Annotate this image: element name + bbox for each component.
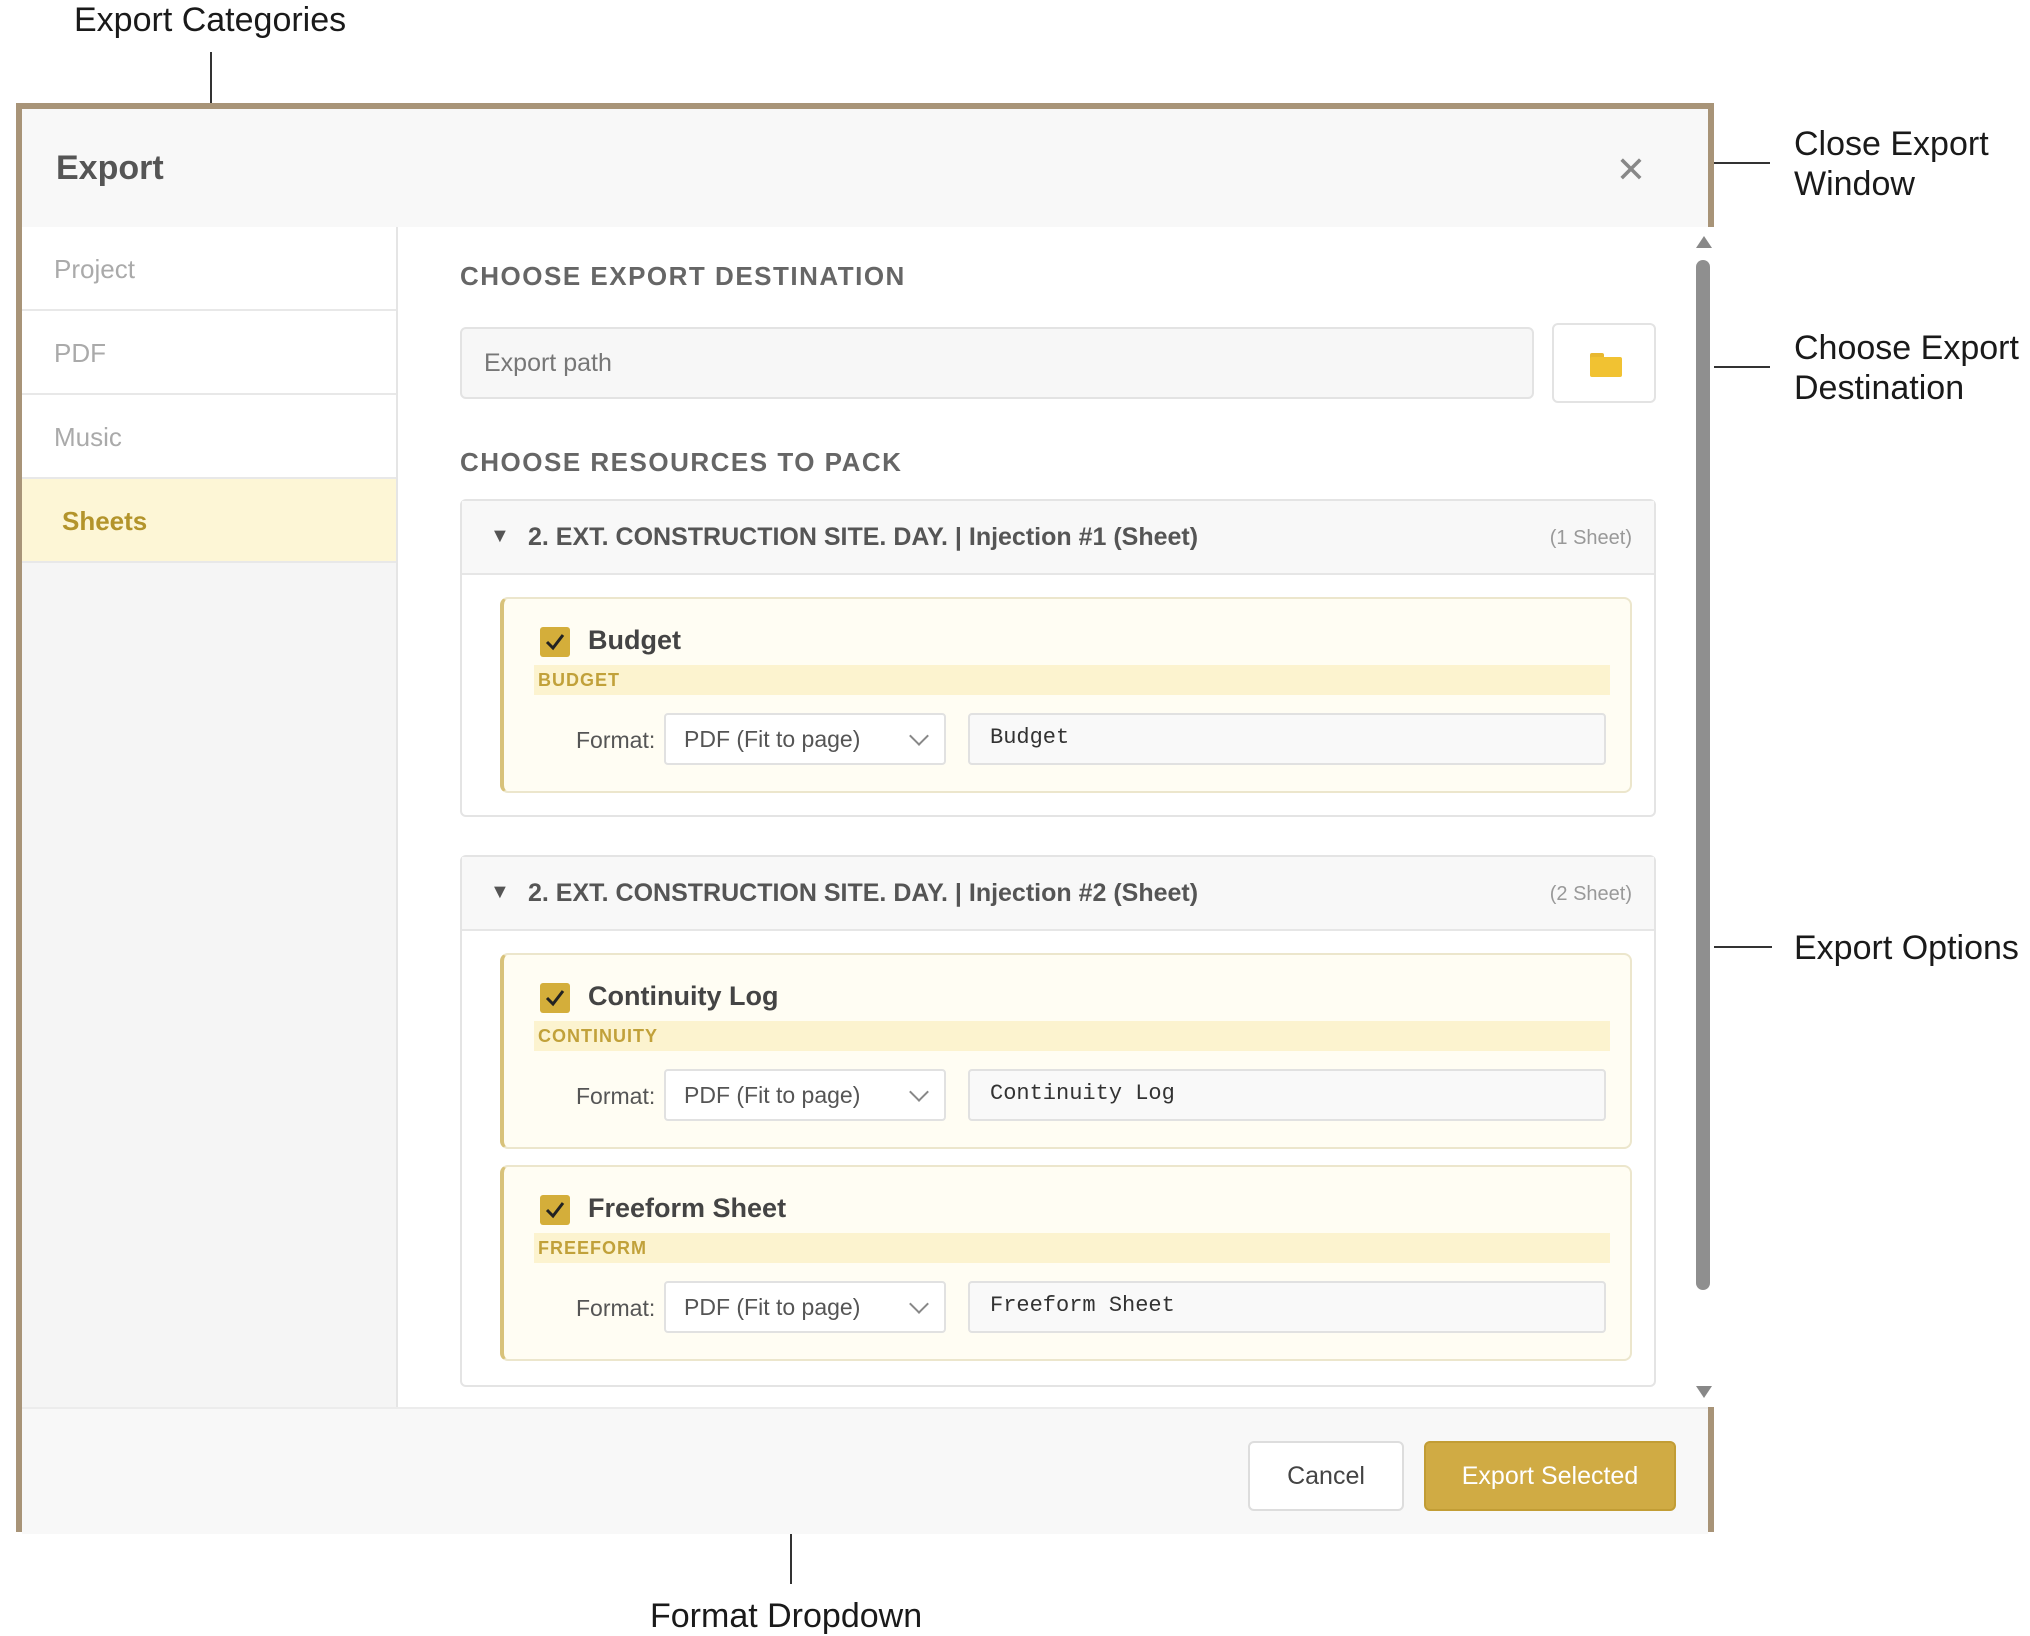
scroll-down-arrow-icon[interactable] bbox=[1696, 1386, 1712, 1398]
resources-heading: CHOOSE RESOURCES TO PACK bbox=[460, 447, 903, 477]
collapse-caret-icon[interactable]: ▼ bbox=[490, 881, 510, 904]
choose-folder-button[interactable] bbox=[1552, 323, 1656, 403]
format-dropdown[interactable]: PDF (Fit to page) bbox=[664, 713, 946, 765]
sheet-name: Freeform Sheet bbox=[588, 1193, 787, 1223]
dialog-title: Export bbox=[56, 149, 164, 187]
export-main-panel: CHOOSE EXPORT DESTINATION Export path CH… bbox=[398, 227, 1714, 1407]
chevron-down-icon bbox=[909, 1294, 929, 1314]
sheet-name: Budget bbox=[588, 625, 681, 655]
collapse-caret-icon[interactable]: ▼ bbox=[490, 525, 510, 548]
group-header[interactable]: ▼ 2. EXT. CONSTRUCTION SITE. DAY. | Inje… bbox=[462, 857, 1654, 931]
close-icon[interactable]: ✕ bbox=[1614, 152, 1648, 188]
format-label: Format: bbox=[576, 1083, 656, 1109]
dialog-footer: Cancel Export Selected bbox=[22, 1407, 1708, 1534]
format-label: Format: bbox=[576, 727, 656, 753]
format-value: PDF (Fit to page) bbox=[684, 726, 861, 752]
export-categories-sidebar: Project PDF Music Sheets bbox=[22, 227, 398, 1407]
sheet-card: Freeform Sheet FREEFORM Format: PDF (Fit… bbox=[500, 1165, 1632, 1361]
resource-group: ▼ 2. EXT. CONSTRUCTION SITE. DAY. | Inje… bbox=[460, 855, 1656, 1387]
annotation-close-window-2: Window bbox=[1794, 165, 1915, 203]
sheet-checkbox[interactable] bbox=[540, 627, 570, 657]
group-title: 2. EXT. CONSTRUCTION SITE. DAY. | Inject… bbox=[528, 523, 1199, 551]
sheet-type-tag: FREEFORM bbox=[534, 1233, 1610, 1263]
sheet-type-tag: BUDGET bbox=[534, 665, 1610, 695]
annotation-export-options: Export Options bbox=[1794, 929, 2019, 967]
annotation-format-dropdown: Format Dropdown bbox=[650, 1597, 923, 1635]
cancel-button[interactable]: Cancel bbox=[1248, 1441, 1404, 1511]
sheet-name: Continuity Log bbox=[588, 981, 779, 1011]
sheet-card: Budget BUDGET Format: PDF (Fit to page) … bbox=[500, 597, 1632, 793]
sheet-checkbox[interactable] bbox=[540, 1195, 570, 1225]
dialog-header: Export ✕ bbox=[22, 109, 1708, 229]
chevron-down-icon bbox=[909, 726, 929, 746]
chevron-down-icon bbox=[909, 1082, 929, 1102]
export-path-input[interactable]: Export path bbox=[460, 327, 1534, 399]
annotation-close-window-1: Close Export bbox=[1794, 125, 1989, 163]
group-header[interactable]: ▼ 2. EXT. CONSTRUCTION SITE. DAY. | Inje… bbox=[462, 501, 1654, 575]
sheet-checkbox[interactable] bbox=[540, 983, 570, 1013]
group-title: 2. EXT. CONSTRUCTION SITE. DAY. | Inject… bbox=[528, 879, 1199, 907]
sheet-type-tag: CONTINUITY bbox=[534, 1021, 1610, 1051]
sidebar-item-pdf[interactable]: PDF bbox=[22, 311, 396, 395]
format-dropdown[interactable]: PDF (Fit to page) bbox=[664, 1069, 946, 1121]
filename-input[interactable]: Continuity Log bbox=[968, 1069, 1606, 1121]
scroll-up-arrow-icon[interactable] bbox=[1696, 236, 1712, 248]
sidebar-item-music[interactable]: Music bbox=[22, 395, 396, 479]
export-selected-button[interactable]: Export Selected bbox=[1424, 1441, 1676, 1511]
filename-input[interactable]: Freeform Sheet bbox=[968, 1281, 1606, 1333]
export-dialog: Export ✕ Project PDF Music Sheets CHOOSE… bbox=[16, 103, 1714, 1534]
annotation-choose-dest-2: Destination bbox=[1794, 369, 1965, 407]
group-count: (2 Sheet) bbox=[1549, 883, 1632, 905]
destination-heading: CHOOSE EXPORT DESTINATION bbox=[460, 261, 906, 291]
annotation-export-categories: Export Categories bbox=[74, 1, 347, 39]
folder-icon bbox=[1590, 353, 1622, 377]
sidebar-item-sheets[interactable]: Sheets bbox=[22, 479, 396, 563]
sidebar-item-project[interactable]: Project bbox=[22, 227, 396, 311]
scrollbar-thumb[interactable] bbox=[1696, 260, 1710, 1290]
filename-input[interactable]: Budget bbox=[968, 713, 1606, 765]
group-count: (1 Sheet) bbox=[1549, 527, 1632, 549]
annotation-choose-dest-1: Choose Export bbox=[1794, 329, 2019, 367]
format-dropdown[interactable]: PDF (Fit to page) bbox=[664, 1281, 946, 1333]
resource-group: ▼ 2. EXT. CONSTRUCTION SITE. DAY. | Inje… bbox=[460, 499, 1656, 817]
sheet-card: Continuity Log CONTINUITY Format: PDF (F… bbox=[500, 953, 1632, 1149]
format-value: PDF (Fit to page) bbox=[684, 1294, 861, 1320]
format-value: PDF (Fit to page) bbox=[684, 1082, 861, 1108]
format-label: Format: bbox=[576, 1295, 656, 1321]
